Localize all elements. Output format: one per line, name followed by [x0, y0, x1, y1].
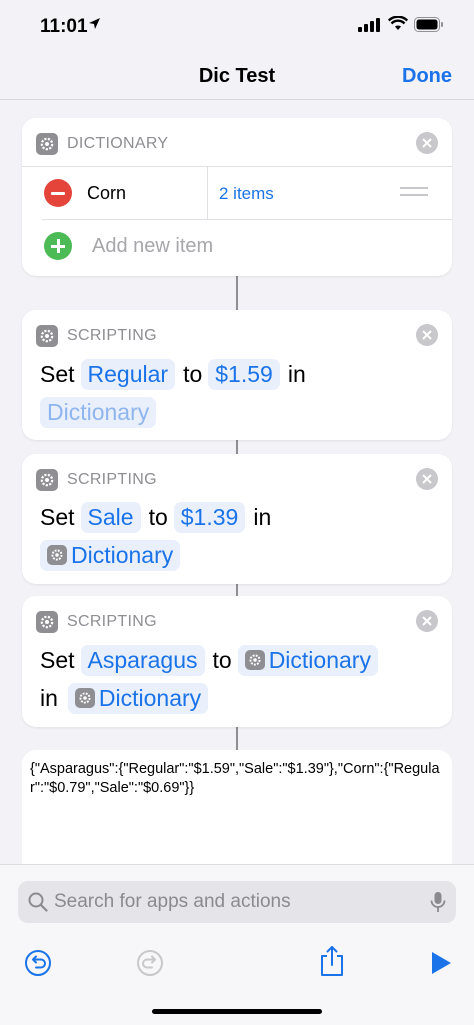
variable-name: Dictionary — [71, 541, 174, 568]
dictionary-item-row[interactable]: Corn 2 items — [22, 167, 452, 219]
action-category-label: DICTIONARY — [67, 135, 169, 152]
gear-icon — [36, 133, 58, 155]
key-parameter[interactable]: Asparagus — [80, 644, 205, 676]
to-label: to — [148, 503, 168, 530]
minus-icon[interactable] — [44, 179, 72, 207]
set-dictionary-value-card[interactable]: SCRIPTING Set Regular to $1.59 in Dictio… — [22, 310, 452, 440]
location-arrow-icon — [89, 18, 100, 29]
in-label: in — [253, 503, 272, 530]
action-category-label: SCRIPTING — [67, 327, 157, 344]
to-label: to — [212, 646, 232, 673]
action-connector — [236, 584, 238, 596]
gear-icon — [36, 469, 58, 491]
action-connector — [236, 727, 238, 750]
close-icon[interactable] — [416, 132, 438, 154]
drag-handle-icon[interactable] — [400, 187, 428, 201]
key-parameter[interactable]: Sale — [80, 501, 141, 533]
plus-icon[interactable] — [44, 232, 72, 260]
gear-icon — [36, 611, 58, 633]
value-parameter[interactable]: $1.59 — [208, 358, 280, 390]
battery-icon — [414, 17, 443, 32]
dictionary-key[interactable]: Corn — [87, 183, 126, 204]
dictionary-parameter[interactable]: Dictionary — [40, 396, 157, 428]
gear-icon — [47, 545, 67, 565]
in-label: in — [287, 360, 306, 387]
divider — [42, 219, 452, 220]
share-icon[interactable] — [319, 945, 345, 977]
dictionary-variable-token[interactable]: Dictionary — [67, 682, 209, 714]
search-field[interactable]: Search for apps and actions — [18, 881, 456, 923]
gear-icon — [244, 650, 265, 670]
bottom-panel: Search for apps and actions — [0, 864, 474, 1025]
set-dictionary-value-card[interactable]: SCRIPTING Set Asparagus to Dictionary in… — [22, 596, 452, 727]
play-icon[interactable] — [430, 951, 452, 975]
redo-icon[interactable] — [136, 949, 164, 977]
wifi-icon — [388, 16, 408, 30]
add-new-item-button[interactable]: Add new item — [92, 235, 213, 258]
value-variable-token[interactable]: Dictionary — [237, 644, 378, 676]
microphone-icon[interactable] — [430, 891, 446, 913]
dictionary-action-card[interactable]: DICTIONARY Corn 2 items Add new item — [22, 118, 452, 276]
variable-name: Dictionary — [268, 646, 371, 673]
divider — [207, 167, 208, 219]
home-indicator — [152, 1009, 322, 1014]
close-icon[interactable] — [416, 324, 438, 346]
variable-name: Dictionary — [98, 684, 202, 711]
in-label: in — [40, 684, 58, 711]
action-category-label: SCRIPTING — [67, 471, 157, 488]
key-parameter[interactable]: Regular — [80, 358, 176, 390]
action-category-label: SCRIPTING — [67, 613, 157, 630]
status-bar: 11:01 — [0, 0, 474, 54]
action-connector — [236, 276, 238, 310]
search-icon — [28, 892, 48, 912]
navigation-bar: Dic Test Done — [0, 54, 474, 100]
dictionary-variable-token[interactable]: Dictionary — [40, 539, 181, 571]
close-icon[interactable] — [416, 468, 438, 490]
set-label: Set — [40, 360, 75, 387]
done-button[interactable]: Done — [402, 65, 452, 88]
status-time: 11:01 — [40, 16, 88, 37]
gear-icon — [74, 688, 95, 708]
set-dictionary-value-card[interactable]: SCRIPTING Set Sale to $1.39 in Dictionar… — [22, 454, 452, 584]
search-placeholder: Search for apps and actions — [54, 891, 291, 912]
value-parameter[interactable]: $1.39 — [173, 501, 246, 533]
set-label: Set — [40, 503, 75, 530]
action-connector — [236, 440, 238, 454]
undo-icon[interactable] — [24, 949, 52, 977]
dictionary-value[interactable]: 2 items — [219, 184, 274, 204]
cellular-signal-icon — [358, 18, 380, 32]
close-icon[interactable] — [416, 610, 438, 632]
to-label: to — [183, 360, 203, 387]
gear-icon — [36, 325, 58, 347]
set-label: Set — [40, 646, 75, 673]
